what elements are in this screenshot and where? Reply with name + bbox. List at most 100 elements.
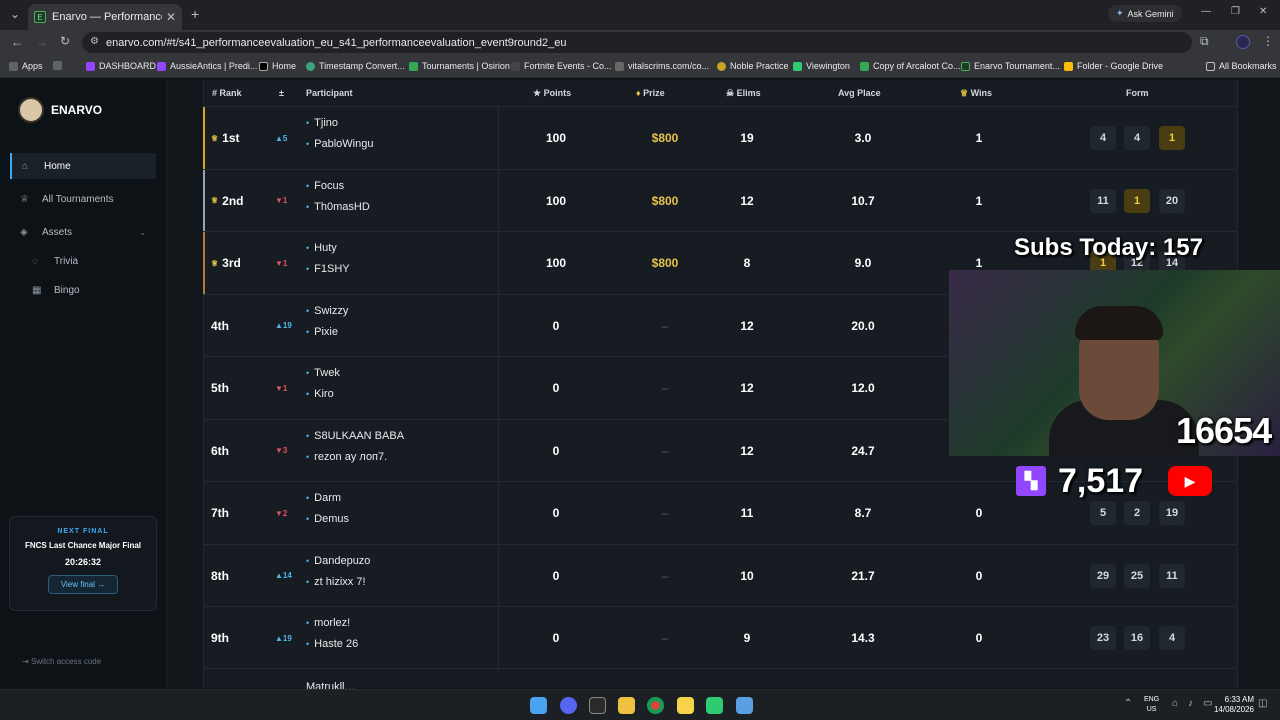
rank-change: ▼1 bbox=[275, 258, 288, 268]
follower-count-b: 7,517 bbox=[1058, 462, 1144, 500]
ask-gemini-button[interactable]: ✦ Ask Gemini bbox=[1108, 5, 1182, 22]
sidebar-item-home[interactable]: ⌂ Home bbox=[10, 153, 156, 179]
bookmark-google-drive[interactable]: Folder - Google Drive bbox=[1064, 61, 1163, 71]
tab-search-icon[interactable]: ⌄ bbox=[10, 7, 20, 21]
participant-name[interactable]: Dandepuzo bbox=[306, 555, 370, 567]
bookmark-x-home[interactable]: Home bbox=[259, 61, 296, 71]
twitch-icon: ▚ bbox=[1016, 466, 1046, 496]
participant-name[interactable]: Demus bbox=[306, 513, 349, 525]
discord-icon[interactable] bbox=[560, 697, 577, 714]
bookmark-dashboard[interactable]: DASHBOARD bbox=[86, 61, 156, 71]
volume-icon[interactable]: ♪ bbox=[1188, 698, 1193, 709]
form-badge: 20 bbox=[1159, 188, 1185, 213]
network-icon[interactable]: ⌂ bbox=[1172, 698, 1178, 709]
participant-name[interactable]: F1SHY bbox=[306, 263, 349, 275]
notification-icon[interactable]: ◫ bbox=[1258, 698, 1267, 709]
maximize-icon[interactable]: ❐ bbox=[1231, 6, 1240, 17]
tray-chevron-icon[interactable]: ⌃ bbox=[1124, 698, 1132, 709]
table-row[interactable]: ♕1st▲5TjinoPabloWingu100$800193.01441 bbox=[203, 106, 1238, 169]
sidebar-item-bingo[interactable]: ▦ Bingo bbox=[22, 277, 168, 303]
table-row-partial[interactable]: Matrukll… bbox=[203, 668, 1238, 693]
participant-name[interactable]: rezon ay лоп7. bbox=[306, 451, 387, 463]
browser-menu-icon[interactable]: ⋮ bbox=[1262, 34, 1274, 48]
bookmark-arcaloot[interactable]: Copy of Arcaloot Co... bbox=[860, 61, 961, 71]
participant-name[interactable]: Swizzy bbox=[306, 305, 348, 317]
sidebar-item-trivia[interactable]: ◌ Trivia bbox=[22, 248, 168, 274]
table-row[interactable]: ♕2nd▼1FocusTh0masHD100$8001210.7111120 bbox=[203, 168, 1238, 232]
all-bookmarks[interactable]: All Bookmarks bbox=[1206, 61, 1277, 71]
epic-games-icon[interactable] bbox=[589, 697, 606, 714]
participant-name[interactable]: zt hizixx 7! bbox=[306, 576, 365, 588]
participant-name[interactable]: morlez! bbox=[306, 617, 350, 629]
participant-name[interactable]: Th0masHD bbox=[306, 201, 370, 213]
points-cell: 0 bbox=[552, 568, 560, 583]
sidebar-item-all-tournaments[interactable]: ♕ All Tournaments bbox=[10, 186, 156, 212]
start-icon[interactable] bbox=[530, 697, 547, 714]
switch-access-code-link[interactable]: ⇥ Switch access code bbox=[22, 657, 101, 666]
table-row[interactable]: 8th ▲14 Dandepuzo zt hizixx 7! 0 – 10 21.7 0 29 25… bbox=[203, 543, 1238, 607]
browser-tab[interactable]: E Enarvo — Performance Evaluati ✕ bbox=[28, 4, 182, 30]
participant-name[interactable]: Focus bbox=[306, 180, 344, 192]
wins-cell: 1 bbox=[975, 131, 983, 145]
bookmark-aussieantics[interactable]: AussieAntics | Predi... bbox=[157, 61, 257, 71]
participant-name[interactable]: Twek bbox=[306, 367, 340, 379]
participant-name[interactable]: Tjino bbox=[306, 117, 338, 129]
brand-name: ENARVO bbox=[51, 103, 103, 117]
header-elims[interactable]: ☠ Elims bbox=[726, 88, 761, 99]
form-badge: 11 bbox=[1159, 563, 1185, 588]
rank-change: ▼3 bbox=[275, 446, 288, 455]
sidebar-item-assets[interactable]: ◈ Assets ⌄ bbox=[10, 219, 156, 245]
participant-name[interactable]: S8ULKAAN BABA bbox=[306, 430, 404, 442]
sticky-notes-icon[interactable] bbox=[677, 697, 694, 714]
header-avg-place[interactable]: Avg Place bbox=[838, 88, 881, 98]
participant-name[interactable]: Pixie bbox=[306, 326, 338, 338]
address-bar[interactable]: ⚙ enarvo.com/#t/s41_performanceevaluatio… bbox=[82, 32, 1192, 53]
participant-name[interactable]: Darm bbox=[306, 492, 341, 504]
chevron-down-icon: ⌄ bbox=[139, 227, 146, 237]
bookmark-viewington[interactable]: Viewington bbox=[793, 61, 850, 71]
header-points[interactable]: ★ Points bbox=[533, 88, 571, 99]
header-wins[interactable]: ♕ Wins bbox=[960, 88, 992, 99]
participant-name[interactable]: Kiro bbox=[306, 388, 334, 400]
chrome-icon[interactable] bbox=[647, 697, 664, 714]
viewington-icon[interactable] bbox=[706, 697, 723, 714]
bookmark-timestamp[interactable]: Timestamp Convert... bbox=[306, 61, 405, 71]
participant-name[interactable]: Huty bbox=[306, 242, 337, 254]
header-rank[interactable]: # Rank bbox=[212, 88, 242, 98]
minimize-icon[interactable]: — bbox=[1201, 6, 1211, 17]
elims-cell: 10 bbox=[740, 568, 754, 583]
bookmark-enarvo[interactable]: Enarvo Tournament... bbox=[961, 61, 1060, 71]
table-row[interactable]: 9th ▲19 morlez! Haste 26 0 – 9 14.3 0 23 16 4 bbox=[203, 606, 1238, 669]
bookmark-apps[interactable]: Apps bbox=[9, 61, 43, 71]
app-icon[interactable] bbox=[736, 697, 753, 714]
close-tab-icon[interactable]: ✕ bbox=[166, 10, 176, 24]
back-icon[interactable]: ← bbox=[11, 35, 23, 49]
elims-cell: 12 bbox=[740, 381, 754, 395]
forward-icon[interactable]: → bbox=[36, 35, 48, 49]
bookmark-osirion[interactable]: Tournaments | Osirion bbox=[409, 61, 510, 71]
rank-change: ▼1 bbox=[275, 196, 288, 205]
file-explorer-icon[interactable] bbox=[618, 697, 635, 714]
bookmark-noble-practice[interactable]: Noble Practice bbox=[717, 61, 789, 71]
view-final-button[interactable]: View final → bbox=[48, 575, 118, 594]
avg-cell: 14.3 bbox=[851, 631, 875, 645]
points-cell: 0 bbox=[552, 443, 560, 458]
podium-accent bbox=[203, 169, 205, 232]
bookmark-vitalscrims[interactable]: vitalscrims.com/co... bbox=[615, 61, 709, 71]
profile-avatar[interactable] bbox=[1236, 35, 1250, 49]
site-info-icon[interactable]: ⚙ bbox=[90, 36, 99, 47]
clock[interactable]: 6:33 AM 14/08/2026 bbox=[1210, 695, 1254, 715]
header-prize[interactable]: ♦ Prize bbox=[636, 88, 665, 98]
extensions-icon[interactable]: ⧉ bbox=[1200, 34, 1209, 49]
participant-name[interactable]: PabloWingu bbox=[306, 138, 373, 150]
new-tab-icon[interactable]: + bbox=[191, 6, 199, 22]
trophy-icon: ♕ bbox=[211, 258, 219, 268]
participant-name[interactable]: Haste 26 bbox=[306, 638, 358, 650]
close-window-icon[interactable]: ✕ bbox=[1259, 6, 1267, 17]
language-indicator[interactable]: ENG US bbox=[1144, 695, 1159, 715]
bookmark-fortnite-events[interactable]: Fortnite Events - Co... bbox=[511, 61, 612, 71]
bookmark-grid[interactable] bbox=[53, 61, 66, 70]
elims-cell: 11 bbox=[740, 506, 754, 520]
reload-icon[interactable]: ↻ bbox=[60, 34, 70, 48]
next-final-title: FNCS Last Chance Major Final bbox=[24, 541, 142, 550]
